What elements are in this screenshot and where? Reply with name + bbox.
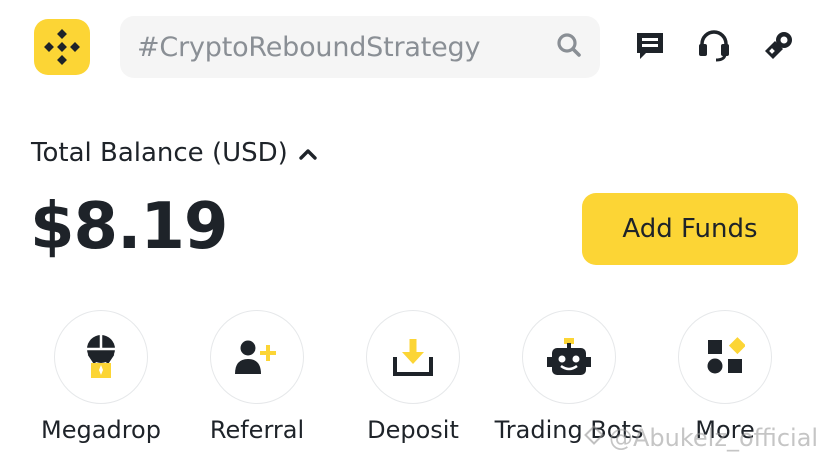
add-funds-button[interactable]: Add Funds: [582, 193, 798, 265]
deposit-icon[interactable]: [366, 310, 460, 404]
shortcut-label: Megadrop: [41, 416, 161, 444]
balance-amount: $8.19: [30, 190, 228, 264]
total-balance-label[interactable]: Total Balance (USD): [31, 138, 318, 168]
binance-logo-icon[interactable]: [34, 19, 90, 75]
referral-reward-icon[interactable]: [760, 28, 796, 64]
support-icon[interactable]: [696, 28, 732, 64]
search-icon[interactable]: [556, 32, 582, 63]
shortcut-label: Deposit: [367, 416, 459, 444]
more-icon[interactable]: [678, 310, 772, 404]
search-input[interactable]: #CryptoReboundStrategy: [137, 32, 556, 63]
chevron-up-icon[interactable]: [298, 138, 318, 168]
watermark-logo-icon: [583, 424, 605, 452]
shortcut-referral[interactable]: Referral: [179, 310, 335, 460]
watermark: @Abukelz_official: [583, 424, 818, 452]
shortcut-label: Referral: [209, 416, 305, 444]
messages-icon[interactable]: [632, 28, 668, 64]
megadrop-icon[interactable]: [54, 310, 148, 404]
trading-bots-icon[interactable]: [522, 310, 616, 404]
balance-label-text: Total Balance (USD): [31, 138, 288, 168]
search-bar[interactable]: #CryptoReboundStrategy: [120, 16, 600, 78]
referral-icon[interactable]: [210, 310, 304, 404]
shortcut-deposit[interactable]: Deposit: [335, 310, 491, 460]
watermark-text: @Abukelz_official: [609, 424, 819, 452]
shortcut-megadrop[interactable]: Megadrop: [23, 310, 179, 460]
